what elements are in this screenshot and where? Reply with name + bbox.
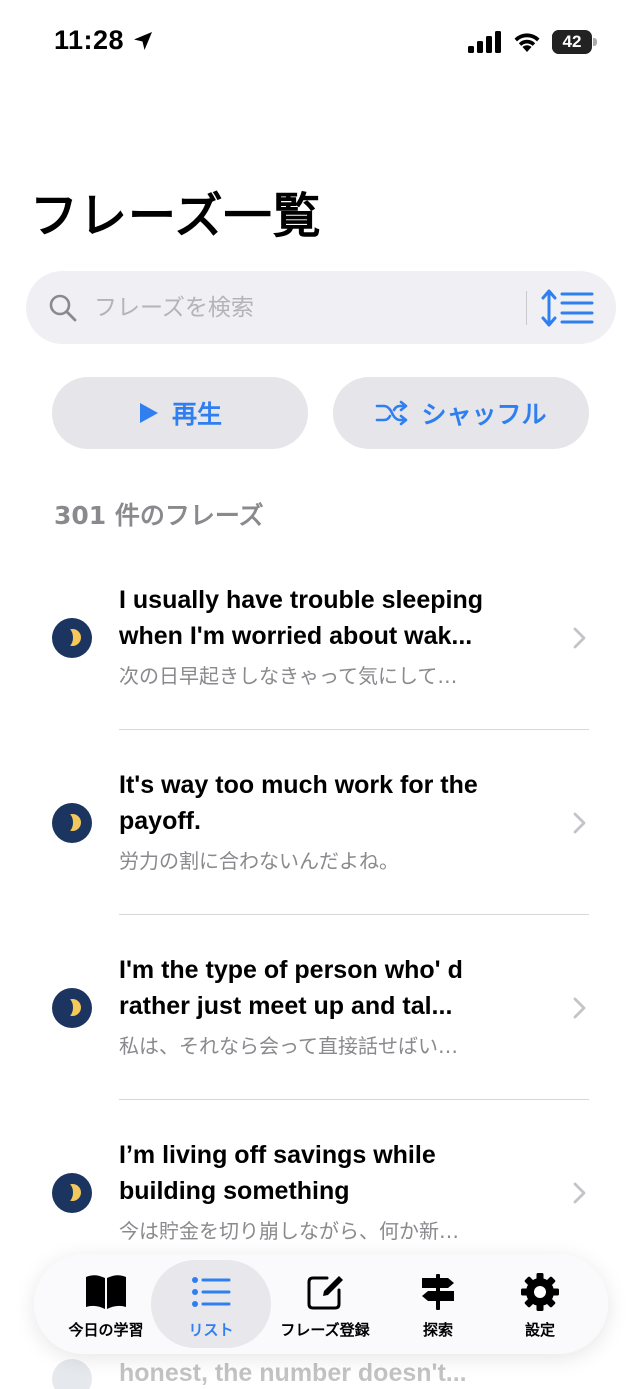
phrase-row[interactable]: I usually have trouble sleeping when I'm… [0, 550, 642, 735]
tab-list[interactable]: リスト [151, 1260, 271, 1348]
signpost-icon [422, 1274, 454, 1310]
tab-list-label: リスト [188, 1321, 234, 1339]
status-bar: 11:28 42 [0, 0, 642, 90]
phrase-english: It's way too much work for the payoff. [119, 771, 478, 835]
shuffle-button-label: シャッフル [421, 400, 547, 429]
phrase-japanese: 労力の割に合わないんだよね。 [119, 849, 399, 873]
battery-cap [593, 38, 597, 46]
play-button-label: 再生 [171, 400, 222, 429]
battery-percent: 42 [562, 32, 582, 51]
partial-phrase-row[interactable]: honest, the number doesn't... [0, 1355, 642, 1389]
phrase-japanese: 私は、それなら会って直接話せばい… [119, 1034, 458, 1058]
book-icon [86, 1275, 126, 1309]
phrase-row[interactable]: It's way too much work for the payoff. 労… [0, 735, 642, 920]
search-divider [526, 291, 527, 325]
search-input[interactable] [94, 288, 514, 328]
shuffle-icon [376, 400, 408, 426]
page-title: フレーズ一覧 [30, 190, 322, 243]
chevron-right-icon [573, 997, 586, 1019]
phrase-text: I usually have trouble sleeping when I'm… [119, 582, 539, 692]
moon-icon [52, 803, 92, 843]
row-divider [119, 729, 589, 730]
phrase-row[interactable]: I'm the type of person who' d rather jus… [0, 920, 642, 1105]
play-button[interactable]: 再生 [52, 377, 308, 449]
tab-today-label: 今日の学習 [68, 1321, 144, 1339]
row-divider [119, 914, 589, 915]
chevron-right-icon [573, 1182, 586, 1204]
list-icon [192, 1277, 231, 1307]
tab-register[interactable]: フレーズ登録 [265, 1260, 385, 1348]
compose-icon [307, 1276, 343, 1310]
phrase-text: I’m living off savings while building so… [119, 1137, 539, 1247]
gear-icon [521, 1273, 559, 1311]
phrase-count: 301 件のフレーズ [54, 501, 264, 530]
sort-icon[interactable] [540, 287, 596, 329]
tab-bar: 今日の学習 リスト フレーズ登録 探索 設定 [34, 1254, 608, 1354]
status-time: 11:28 [54, 25, 125, 55]
search-bar[interactable] [26, 271, 616, 344]
location-arrow-icon [134, 32, 152, 50]
phrase-english: honest, the number doesn't... [119, 1359, 467, 1387]
phrase-english: I'm the type of person who' d rather jus… [119, 956, 463, 1020]
phrase-japanese: 次の日早起きしなきゃって気にして… [119, 664, 458, 688]
phrase-text: It's way too much work for the payoff. 労… [119, 767, 539, 877]
moon-icon [52, 1173, 92, 1213]
search-icon [49, 294, 77, 322]
chevron-right-icon [573, 627, 586, 649]
moon-icon [52, 618, 92, 658]
phrase-english: I’m living off savings while building so… [119, 1141, 436, 1205]
phrase-english: I usually have trouble sleeping when I'm… [119, 586, 483, 650]
shuffle-button[interactable]: シャッフル [333, 377, 589, 449]
play-icon [139, 403, 158, 423]
phrase-japanese: 今は貯金を切り崩しながら、何か新… [119, 1219, 459, 1243]
moon-icon [52, 1359, 92, 1389]
tab-settings-label: 設定 [524, 1321, 555, 1339]
cellular-signal-icon [468, 31, 501, 53]
moon-icon [52, 988, 92, 1028]
chevron-right-icon [573, 812, 586, 834]
tab-register-label: フレーズ登録 [280, 1321, 370, 1339]
wifi-icon [514, 33, 540, 52]
tab-settings[interactable]: 設定 [480, 1260, 600, 1348]
phrase-text: I'm the type of person who' d rather jus… [119, 952, 539, 1062]
row-divider [119, 1099, 589, 1100]
battery-indicator: 42 [552, 30, 598, 54]
tab-today[interactable]: 今日の学習 [46, 1260, 166, 1348]
